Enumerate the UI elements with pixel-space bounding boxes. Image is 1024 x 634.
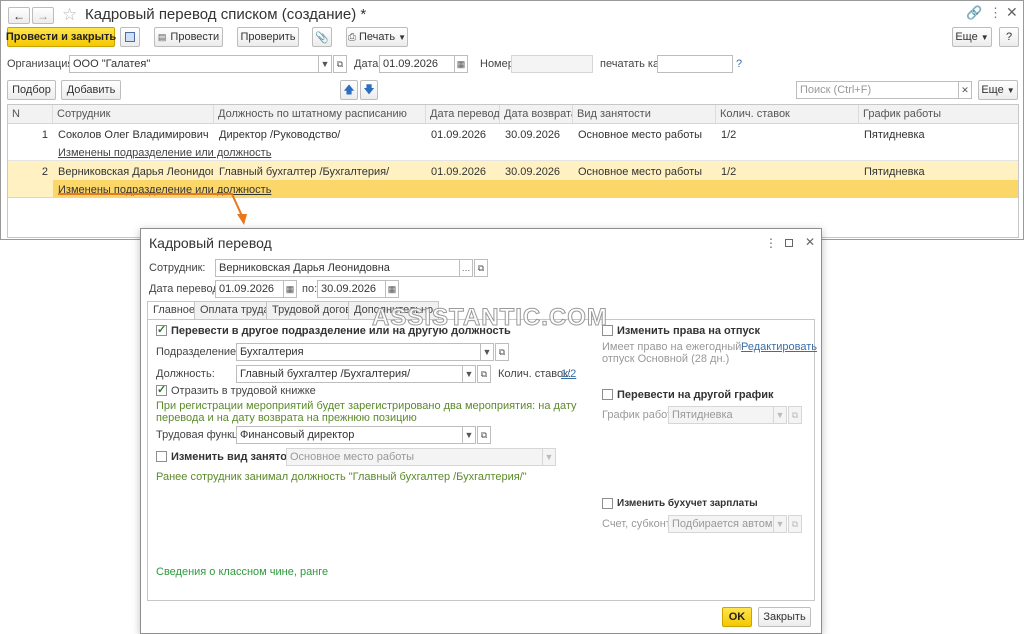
workbook-checkbox[interactable]: ✓ <box>156 385 167 396</box>
schedule-dropdown[interactable]: ▼ <box>773 406 787 424</box>
position-open[interactable]: ⧉ <box>477 365 491 383</box>
transfer-checkbox[interactable]: ✓ <box>156 325 167 336</box>
position-field[interactable]: Главный бухгалтер /Бухгалтерия/ <box>236 365 463 383</box>
vacation-checkbox-label: Изменить права на отпуск <box>617 325 760 337</box>
tab-panel: ✓ Перевести в другое подразделение или н… <box>147 319 817 601</box>
tab-main[interactable]: Главное <box>147 301 202 320</box>
labor-function-field[interactable]: Финансовый директор <box>236 426 463 444</box>
labor-function-open[interactable]: ⧉ <box>477 426 491 444</box>
employee-field[interactable]: Верниковская Дарья Леонидовна <box>215 259 460 277</box>
employment-field[interactable]: Основное место работы <box>286 448 543 466</box>
accounting-checkbox-label: Изменить бухучет зарплаты <box>617 498 758 509</box>
change-employment-label: Изменить вид занятости <box>171 451 306 463</box>
tab-strip: Главное Оплата труда Трудовой договор До… <box>147 301 815 321</box>
date-to-label: по: <box>302 283 318 295</box>
account-field[interactable]: Подбирается автомати... <box>668 515 774 533</box>
rates-label: Колич. ставок: <box>498 368 571 380</box>
account-open[interactable]: ⧉ <box>788 515 802 533</box>
position-label: Должность: <box>156 368 215 380</box>
subdivision-dropdown[interactable]: ▼ <box>480 343 494 361</box>
dialog-more-icon[interactable]: ⋮ <box>765 236 777 250</box>
change-employment-checkbox[interactable] <box>156 451 167 462</box>
info-text-line-2: перевода и на дату возврата на прежнюю п… <box>156 412 417 424</box>
edit-vacation-link[interactable]: Редактировать <box>741 340 817 354</box>
schedule-checkbox-label: Перевести на другой график <box>617 389 774 401</box>
workbook-checkbox-label: Отразить в трудовой книжке <box>171 385 316 397</box>
dialog-title: Кадровый перевод <box>149 235 272 251</box>
transfer-date-to[interactable]: 30.09.2026 <box>317 280 386 298</box>
rates-link[interactable]: 1/2 <box>561 367 576 381</box>
schedule-checkbox[interactable] <box>602 389 613 400</box>
vacation-checkbox[interactable] <box>602 325 613 336</box>
tab-additional[interactable]: Дополнительно <box>348 301 440 319</box>
transfer-dialog: Кадровый перевод ⋮ ✕ Сотрудник: Верников… <box>140 228 822 634</box>
employee-open[interactable]: ⧉ <box>474 259 488 277</box>
accounting-checkbox[interactable] <box>602 498 613 509</box>
tab-payment[interactable]: Оплата труда <box>194 301 276 319</box>
class-rank-link[interactable]: Сведения о классном чине, ранге <box>156 565 328 579</box>
employee-select[interactable]: … <box>459 259 473 277</box>
callout-arrow-head <box>237 214 247 225</box>
vacation-info-line-2: отпуск Основной (28 дн.) <box>602 353 730 365</box>
transfer-checkbox-label: Перевести в другое подразделение или на … <box>171 325 511 337</box>
previous-position-text: Ранее сотрудник занимал должность "Главн… <box>156 471 527 483</box>
maximize-icon[interactable] <box>785 239 793 247</box>
transfer-date-from[interactable]: 01.09.2026 <box>215 280 284 298</box>
ok-button[interactable]: OK <box>722 607 752 627</box>
callout-arrow-line <box>58 193 243 217</box>
calendar-to-button[interactable]: ▦ <box>385 280 399 298</box>
position-dropdown[interactable]: ▼ <box>462 365 476 383</box>
close-button[interactable]: Закрыть <box>758 607 811 627</box>
dialog-close-icon[interactable]: ✕ <box>805 235 815 249</box>
employment-dropdown[interactable]: ▼ <box>542 448 556 466</box>
subdivision-field[interactable]: Бухгалтерия <box>236 343 481 361</box>
employee-label: Сотрудник: <box>149 262 206 274</box>
subdivision-label: Подразделение: <box>156 346 240 358</box>
calendar-from-button[interactable]: ▦ <box>283 280 297 298</box>
subdivision-open[interactable]: ⧉ <box>495 343 509 361</box>
schedule-open[interactable]: ⧉ <box>788 406 802 424</box>
schedule-field[interactable]: Пятидневка <box>668 406 774 424</box>
account-dropdown[interactable]: ▼ <box>773 515 787 533</box>
labor-function-dropdown[interactable]: ▼ <box>462 426 476 444</box>
